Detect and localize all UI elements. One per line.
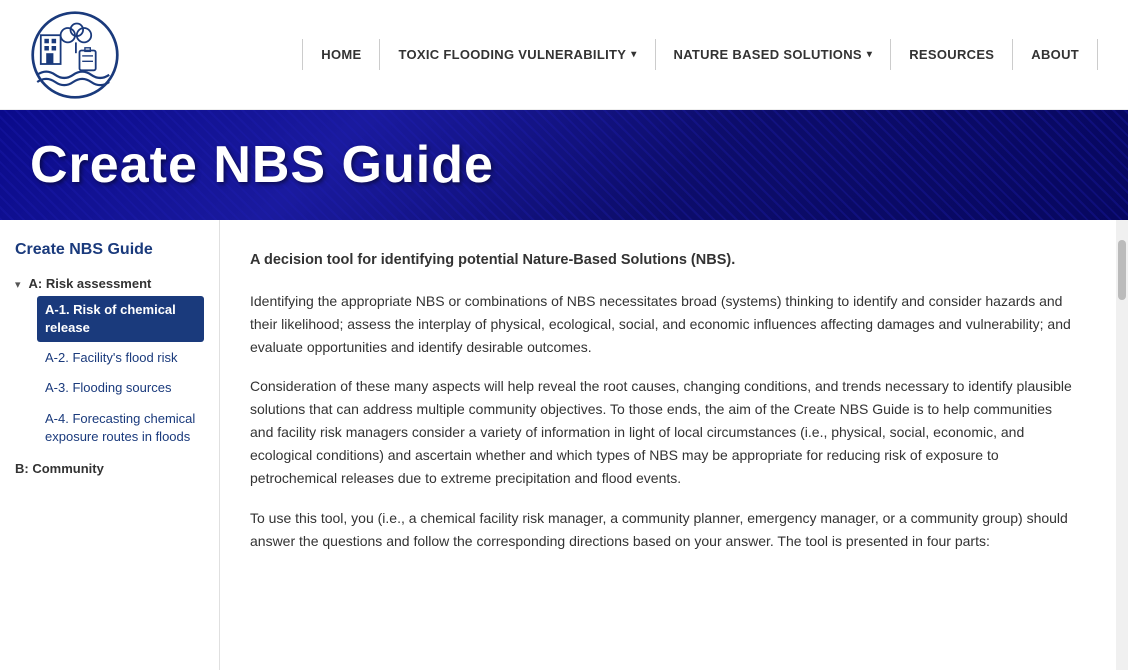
sidebar-section-b-label: B: Community	[15, 461, 104, 476]
page-title: Create NBS Guide	[30, 135, 494, 195]
sidebar-section-a-header[interactable]: ▾ A: Risk assessment	[15, 276, 204, 291]
sidebar: Create NBS Guide ▾ A: Risk assessment A-…	[0, 220, 220, 670]
sidebar-item-a1[interactable]: A-1. Risk of chemical release	[37, 296, 204, 342]
nav-home[interactable]: HOME	[302, 39, 380, 70]
sidebar-section-b: B: Community	[15, 461, 204, 476]
nav-nature-based[interactable]: NATURE BASED SOLUTIONS ▾	[656, 39, 892, 70]
chevron-down-icon: ▾	[631, 49, 636, 60]
content-para-2: Consideration of these many aspects will…	[250, 375, 1076, 490]
sidebar-item-a2[interactable]: A-2. Facility's flood risk	[37, 344, 204, 372]
sidebar-item-a4[interactable]: A-4. Forecasting chemical exposure route…	[37, 405, 204, 451]
header: HOME TOXIC FLOODING VULNERABILITY ▾ NATU…	[0, 0, 1128, 110]
content-para-1: Identifying the appropriate NBS or combi…	[250, 290, 1076, 359]
sidebar-section-b-header[interactable]: B: Community	[15, 461, 204, 476]
sidebar-title: Create NBS Guide	[15, 240, 204, 261]
sidebar-section-a: ▾ A: Risk assessment A-1. Risk of chemic…	[15, 276, 204, 451]
hero-banner: Create NBS Guide	[0, 110, 1128, 220]
scrollbar[interactable]	[1116, 220, 1128, 670]
sidebar-section-a-label: A: Risk assessment	[29, 276, 152, 291]
content-intro: A decision tool for identifying potentia…	[250, 250, 1076, 272]
main-container: Create NBS Guide ▾ A: Risk assessment A-…	[0, 220, 1128, 670]
logo-area	[30, 10, 120, 100]
nav-resources[interactable]: RESOURCES	[891, 39, 1013, 70]
scrollbar-thumb[interactable]	[1118, 240, 1126, 300]
nav-toxic-flooding[interactable]: TOXIC FLOODING VULNERABILITY ▾	[380, 39, 655, 70]
sidebar-items-list: A-1. Risk of chemical release A-2. Facil…	[15, 296, 204, 451]
chevron-down-icon: ▾	[867, 49, 872, 60]
main-nav: HOME TOXIC FLOODING VULNERABILITY ▾ NATU…	[302, 39, 1098, 70]
nav-about[interactable]: ABOUT	[1013, 39, 1098, 70]
sidebar-item-a3[interactable]: A-3. Flooding sources	[37, 374, 204, 402]
content-para-3: To use this tool, you (i.e., a chemical …	[250, 507, 1076, 553]
main-content: A decision tool for identifying potentia…	[220, 220, 1116, 670]
chevron-down-icon: ▾	[15, 278, 21, 291]
site-logo	[30, 10, 120, 100]
